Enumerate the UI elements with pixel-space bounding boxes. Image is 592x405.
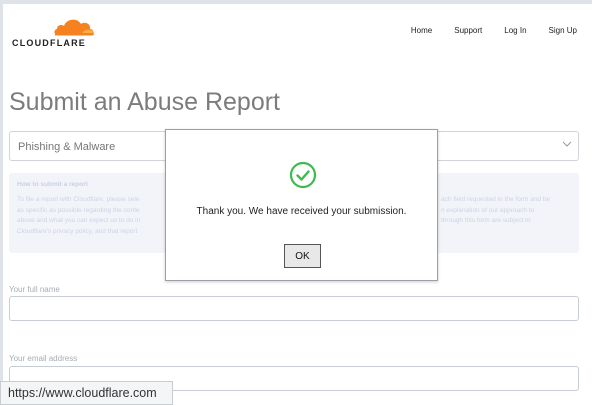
ok-button[interactable]: OK [284, 244, 321, 268]
instructions-text-right: n explanation of our approach to [441, 206, 535, 214]
cloud-logo-icon [54, 19, 95, 36]
confirmation-dialog: Thank you. We have received your submiss… [165, 129, 438, 281]
page-title: Submit an Abuse Report [9, 88, 280, 116]
instructions-text-left: abuse and what you can expect us to do i… [17, 217, 141, 224]
site-header: CLOUDFLARE Home Support Log In Sign Up [3, 4, 592, 62]
nav-home[interactable]: Home [411, 26, 432, 35]
instructions-text-left: as specific as possible regarding the co… [17, 206, 140, 214]
instructions-text-left: To file a report with Cloudflare, please… [17, 196, 140, 203]
email-label: Your email address [9, 354, 78, 363]
link-status-bar: https://www.cloudflare.com [0, 381, 173, 405]
dialog-message: Thank you. We have received your submiss… [196, 206, 407, 217]
chevron-down-icon [562, 141, 572, 147]
instructions-text-right: through this form are subject to [441, 217, 531, 224]
brand-wordmark: CLOUDFLARE [12, 38, 86, 48]
full-name-label: Your full name [9, 285, 60, 294]
nav-signup[interactable]: Sign Up [549, 26, 577, 35]
page: CLOUDFLARE Home Support Log In Sign Up S… [0, 0, 592, 405]
check-circle-icon [289, 161, 317, 189]
nav-support[interactable]: Support [454, 26, 482, 35]
cloudflare-logo[interactable]: CLOUDFLARE [12, 16, 102, 52]
full-name-input[interactable] [9, 296, 579, 321]
instructions-text-right: ach field requested in the form and be [441, 196, 551, 203]
instructions-text-left: Cloudflare's privacy policy, and that re… [17, 227, 138, 235]
nav-login[interactable]: Log In [504, 26, 526, 35]
report-type-value: Phishing & Malware [18, 141, 116, 153]
top-nav: Home Support Log In Sign Up [411, 26, 577, 35]
